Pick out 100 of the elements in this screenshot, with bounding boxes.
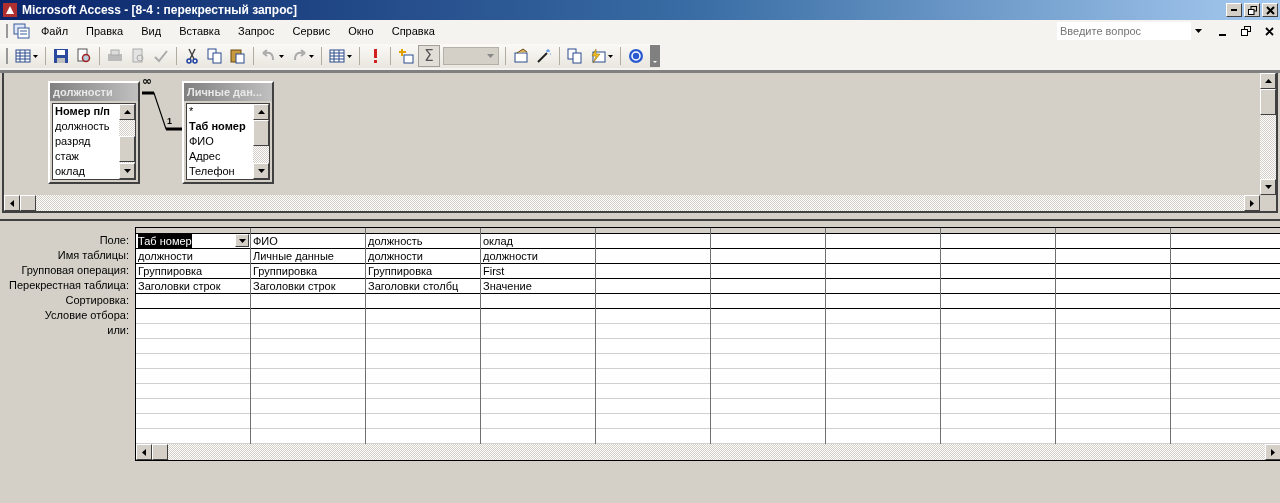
print-preview-icon[interactable] bbox=[130, 48, 146, 64]
vertical-scrollbar[interactable] bbox=[1260, 73, 1276, 195]
grid-cell[interactable]: Таб номер bbox=[136, 234, 250, 249]
up-arrow-icon[interactable] bbox=[257, 110, 265, 114]
grid-cell[interactable]: Заголовки столбц bbox=[366, 279, 480, 294]
grid-cell[interactable]: Заголовки строк bbox=[251, 279, 365, 294]
print-icon[interactable] bbox=[107, 48, 123, 64]
grid-cell[interactable]: ФИО bbox=[251, 234, 365, 249]
table-title: должности bbox=[50, 83, 138, 101]
column-selector[interactable] bbox=[136, 228, 250, 234]
window-title: Microsoft Access - [8-4 : перекрестный запрос] bbox=[22, 3, 298, 17]
copy-icon[interactable] bbox=[207, 48, 223, 64]
top-values-combo[interactable] bbox=[443, 47, 499, 65]
grid-cell[interactable]: Заголовки строк bbox=[136, 279, 250, 294]
build-icon[interactable] bbox=[536, 48, 552, 64]
many-label: ∞ bbox=[142, 75, 152, 87]
up-arrow-icon[interactable] bbox=[123, 110, 131, 114]
grid-cell[interactable]: должности bbox=[366, 249, 480, 264]
grid-cell[interactable]: должности bbox=[481, 249, 595, 264]
grid-cell[interactable]: Группировка bbox=[136, 264, 250, 279]
scrollbar[interactable] bbox=[253, 104, 269, 179]
field-item[interactable]: Номер п/п bbox=[55, 104, 119, 119]
restore-icon[interactable] bbox=[1241, 26, 1251, 36]
scroll-thumb[interactable] bbox=[253, 120, 269, 146]
menu-item[interactable]: Правка bbox=[78, 25, 132, 37]
up-arrow-icon[interactable] bbox=[1264, 79, 1272, 83]
totals-button[interactable]: Σ bbox=[418, 45, 440, 67]
menu-item[interactable]: Вставка bbox=[171, 25, 228, 37]
caret-icon[interactable] bbox=[309, 54, 314, 58]
field-item[interactable]: * bbox=[189, 104, 253, 119]
caret-icon[interactable] bbox=[33, 54, 38, 58]
view-icon[interactable] bbox=[15, 48, 31, 64]
scroll-thumb[interactable] bbox=[152, 444, 168, 460]
minimize-icon bbox=[1231, 9, 1237, 11]
dropdown-button[interactable] bbox=[235, 234, 249, 247]
dropdown-arrow-icon[interactable] bbox=[1195, 29, 1202, 33]
grid-cell[interactable]: Личные данные bbox=[251, 249, 365, 264]
caret-icon[interactable] bbox=[279, 54, 284, 58]
field-item[interactable]: Таб номер bbox=[189, 119, 253, 134]
close-button[interactable] bbox=[1262, 3, 1278, 17]
grid-cell[interactable]: Значение bbox=[481, 279, 595, 294]
table-window[interactable]: Личные дан... * Таб номер ФИО Адрес Телефон bbox=[182, 81, 274, 184]
field-item[interactable]: должность bbox=[55, 119, 119, 134]
right-arrow-icon[interactable] bbox=[1271, 448, 1275, 456]
row-label: Перекрестная таблица: bbox=[9, 278, 130, 293]
table-title: Личные дан... bbox=[184, 83, 272, 101]
column-selector[interactable] bbox=[826, 228, 940, 234]
scroll-thumb[interactable] bbox=[119, 136, 135, 162]
query-type-icon[interactable] bbox=[329, 48, 345, 64]
down-arrow-icon[interactable] bbox=[257, 169, 265, 173]
caret-icon[interactable] bbox=[347, 54, 352, 58]
field-item[interactable]: стаж bbox=[55, 149, 119, 164]
field-item[interactable]: разряд bbox=[55, 134, 119, 149]
table-window[interactable]: должности Номер п/п должность разряд стаж оклад bbox=[48, 81, 140, 184]
menu-item[interactable]: Запрос bbox=[230, 25, 283, 37]
restore-button[interactable] bbox=[1244, 3, 1260, 17]
row-label: Поле: bbox=[99, 233, 130, 248]
column-selector[interactable] bbox=[596, 228, 710, 234]
left-arrow-icon[interactable] bbox=[10, 199, 14, 207]
column-selector[interactable] bbox=[1056, 228, 1170, 234]
show-table-icon[interactable] bbox=[398, 48, 414, 64]
column-selector[interactable] bbox=[1171, 228, 1280, 234]
scroll-thumb[interactable] bbox=[20, 195, 36, 211]
menu-item[interactable]: Файл bbox=[33, 25, 77, 37]
spelling-icon[interactable] bbox=[153, 48, 169, 64]
field-item[interactable]: ФИО bbox=[189, 134, 253, 149]
paste-icon[interactable] bbox=[230, 48, 246, 64]
menu-item[interactable]: Сервис bbox=[284, 25, 339, 37]
field-item[interactable]: Телефон bbox=[189, 164, 253, 179]
grid-cell[interactable]: должность bbox=[366, 234, 480, 249]
scrollbar[interactable] bbox=[119, 104, 135, 179]
grid-cell[interactable]: должности bbox=[136, 249, 250, 264]
grid-cell[interactable]: Группировка bbox=[366, 264, 480, 279]
minimize-button[interactable] bbox=[1226, 3, 1242, 17]
column-selector[interactable] bbox=[711, 228, 825, 234]
down-arrow-icon[interactable] bbox=[1264, 185, 1272, 189]
help-search-field[interactable]: Введите вопрос bbox=[1057, 22, 1191, 40]
grid-cell[interactable]: оклад bbox=[481, 234, 595, 249]
grid-cell[interactable]: First bbox=[481, 264, 595, 279]
caret-icon[interactable] bbox=[608, 54, 613, 58]
help-icon[interactable] bbox=[628, 48, 644, 64]
field-item[interactable]: оклад bbox=[55, 164, 119, 179]
column-selector[interactable] bbox=[366, 228, 480, 234]
document-icon[interactable] bbox=[13, 23, 31, 39]
down-arrow-icon[interactable] bbox=[123, 169, 131, 173]
menu-item[interactable]: Справка bbox=[383, 25, 443, 37]
field-item[interactable]: Адрес bbox=[189, 149, 253, 164]
cut-icon[interactable] bbox=[184, 48, 200, 64]
toolbar-options-icon[interactable] bbox=[650, 45, 660, 67]
menu-item[interactable]: Окно bbox=[340, 25, 382, 37]
grid-cell[interactable]: Группировка bbox=[251, 264, 365, 279]
save-icon[interactable] bbox=[53, 48, 69, 64]
close-icon[interactable] bbox=[1265, 26, 1274, 36]
column-selector[interactable] bbox=[251, 228, 365, 234]
menu-item[interactable]: Вид bbox=[133, 25, 170, 37]
column-selector[interactable] bbox=[941, 228, 1055, 234]
column-selector[interactable] bbox=[481, 228, 595, 234]
scroll-thumb[interactable] bbox=[1260, 89, 1276, 115]
left-arrow-icon[interactable] bbox=[142, 448, 146, 456]
right-arrow-icon[interactable] bbox=[1250, 199, 1254, 207]
